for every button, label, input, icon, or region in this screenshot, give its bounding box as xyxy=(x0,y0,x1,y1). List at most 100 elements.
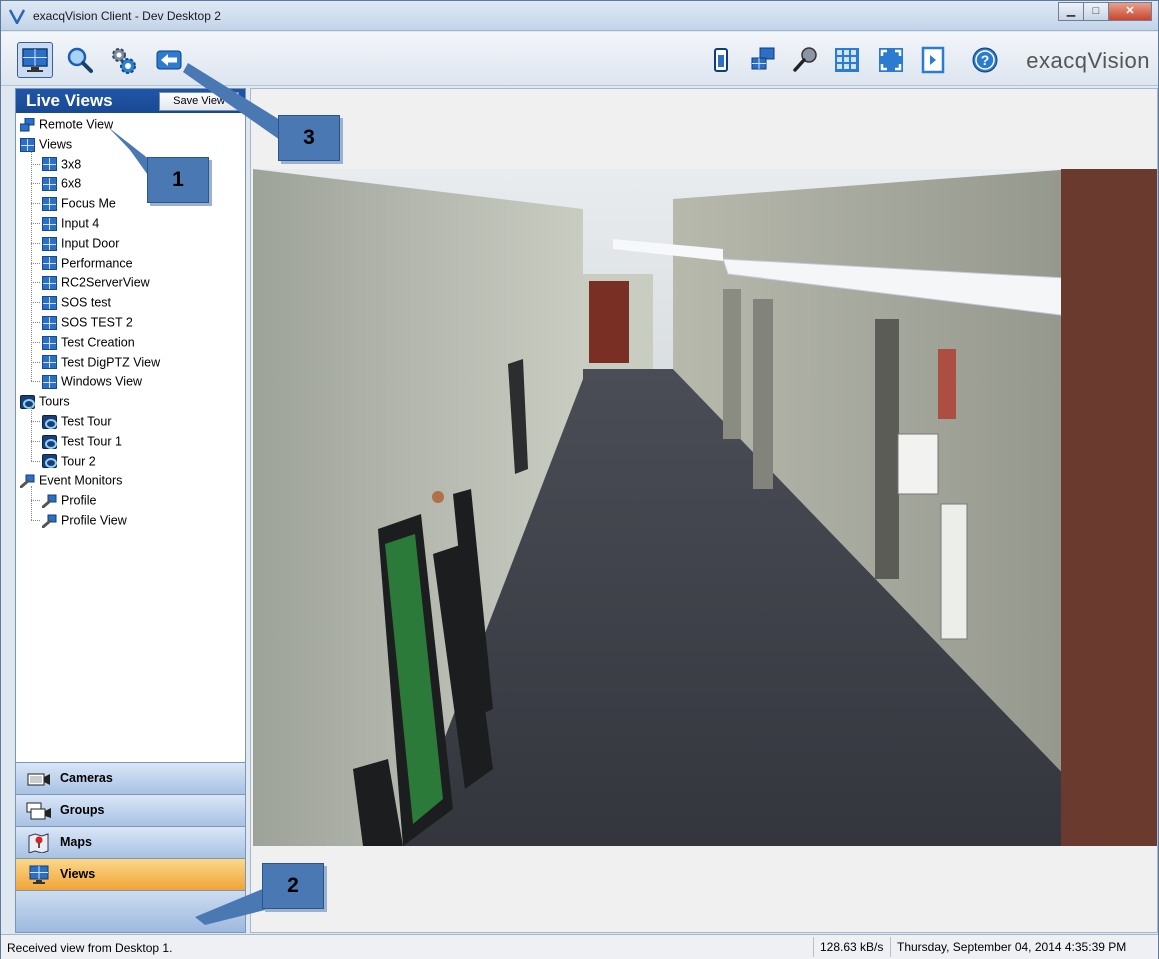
tree-label: SOS TEST 2 xyxy=(61,315,133,330)
nav-label: Views xyxy=(60,867,96,881)
event-monitor-icon xyxy=(41,494,57,509)
tree-label: Input Door xyxy=(61,236,120,251)
view-grid-icon xyxy=(42,355,57,370)
tree-label: Test Creation xyxy=(61,335,135,350)
remote-view-button[interactable] xyxy=(745,42,781,78)
callout-2: 2 xyxy=(262,863,324,909)
tree-label: Profile View xyxy=(61,513,127,528)
tree-label: Performance xyxy=(61,256,133,271)
help-button[interactable]: ? xyxy=(967,42,1003,78)
save-view-button[interactable]: Save View xyxy=(159,92,239,111)
tree-item-view[interactable]: SOS test xyxy=(42,292,111,312)
search-button[interactable] xyxy=(61,42,97,78)
nav-footer xyxy=(16,890,245,932)
nav-views[interactable]: Views xyxy=(16,858,245,890)
bandwidth-readout: 128.63 kB/s xyxy=(813,937,883,957)
event-monitor-icon xyxy=(41,514,57,529)
tree-item-view[interactable]: 3x8 xyxy=(42,154,81,174)
tree-item-view[interactable]: SOS TEST 2 xyxy=(42,312,133,332)
nav-sections: Cameras Groups Maps Views xyxy=(16,762,245,932)
tree-item-view[interactable]: Windows View xyxy=(42,371,142,391)
view-grid-icon xyxy=(42,177,57,192)
tour-icon xyxy=(42,434,57,449)
tree-label: Tours xyxy=(39,394,70,409)
single-view-button[interactable] xyxy=(703,42,739,78)
tree-item-view[interactable]: Input Door xyxy=(42,233,119,253)
app-window: exacqVision Client - Dev Desktop 2 ▁ □ ✕ xyxy=(0,0,1159,959)
event-monitor-icon xyxy=(19,474,35,489)
tree-label: Windows View xyxy=(61,375,143,390)
maximize-button[interactable]: □ xyxy=(1083,2,1109,21)
tree-label: Test Tour 1 xyxy=(61,434,122,449)
nav-cameras[interactable]: Cameras xyxy=(16,762,245,794)
tree-item-view[interactable]: 6x8 xyxy=(42,173,81,193)
tour-icon xyxy=(42,414,57,429)
tree-label: 3x8 xyxy=(61,157,82,172)
toggle-panel-button[interactable] xyxy=(915,42,951,78)
tour-icon xyxy=(42,454,57,469)
view-grid-icon xyxy=(42,256,57,271)
tree-item-event-monitor[interactable]: Profile xyxy=(41,490,96,510)
fullscreen-icon xyxy=(879,48,903,72)
tree-item-view[interactable]: Input 4 xyxy=(42,213,99,233)
nav-label: Maps xyxy=(60,835,92,849)
tree-item-remote-view[interactable]: Remote View xyxy=(19,114,114,134)
tree-item-view[interactable]: Performance xyxy=(42,253,133,273)
view-grid-icon xyxy=(42,196,57,211)
tours-folder-icon xyxy=(20,394,35,409)
tree-item-view[interactable]: Focus Me xyxy=(42,193,116,213)
live-view-area xyxy=(250,88,1158,933)
tree-label: Remote View xyxy=(39,117,114,132)
view-grid-icon xyxy=(42,157,57,172)
tree-group-event-monitors[interactable]: Event Monitors xyxy=(19,470,122,490)
grid-layout-icon xyxy=(835,48,859,72)
nav-groups[interactable]: Groups xyxy=(16,794,245,826)
nav-label: Groups xyxy=(60,803,105,817)
title-bar: exacqVision Client - Dev Desktop 2 ▁ □ ✕ xyxy=(1,1,1158,31)
live-view-button[interactable] xyxy=(17,42,53,78)
tree-item-view[interactable]: Test DigPTZ View xyxy=(42,352,160,372)
fullscreen-button[interactable] xyxy=(873,42,909,78)
back-button[interactable] xyxy=(151,42,187,78)
panel-title: Live Views xyxy=(26,91,113,110)
tree-label: RC2ServerView xyxy=(61,276,150,291)
tree-item-tour[interactable]: Test Tour xyxy=(42,411,112,431)
tree-item-tour[interactable]: Test Tour 1 xyxy=(42,431,122,451)
datetime-readout: Thursday, September 04, 2014 4:35:39 PM xyxy=(890,937,1126,957)
remote-view-icon xyxy=(751,47,775,70)
main-toolbar: ? exacqVision xyxy=(1,32,1158,86)
configuration-button[interactable] xyxy=(105,42,141,78)
svg-text:?: ? xyxy=(981,52,990,68)
tree-item-view[interactable]: Test Creation xyxy=(42,332,135,352)
nav-maps[interactable]: Maps xyxy=(16,826,245,858)
tree-label: Test DigPTZ View xyxy=(61,355,161,370)
view-grid-icon xyxy=(42,295,57,310)
live-views-header: Live Views Save View xyxy=(16,89,245,113)
status-message: Received view from Desktop 1. xyxy=(7,941,173,955)
camera-video-feed[interactable] xyxy=(253,169,1157,846)
live-views-panel: Live Views Save View Remote View Views 3x8… xyxy=(15,88,246,933)
tree-label: SOS test xyxy=(61,295,112,310)
tree-item-tour[interactable]: Tour 2 xyxy=(42,451,96,471)
tree-label: Views xyxy=(39,137,73,152)
tree-group-tours[interactable]: Tours xyxy=(20,391,70,411)
tree-label: 6x8 xyxy=(61,177,82,192)
camera-group-icon xyxy=(26,802,51,820)
tree-item-view[interactable]: RC2ServerView xyxy=(42,272,150,292)
callout-1: 1 xyxy=(147,157,209,203)
tree-item-event-monitor[interactable]: Profile View xyxy=(41,510,127,530)
view-grid-icon xyxy=(42,335,57,350)
audio-button[interactable] xyxy=(787,42,823,78)
views-icon xyxy=(29,865,49,884)
view-grid-icon xyxy=(42,216,57,231)
view-grid-icon xyxy=(42,236,57,251)
tree-label: Input 4 xyxy=(61,216,100,231)
live-view-icon xyxy=(22,48,48,72)
tree-group-views[interactable]: Views xyxy=(20,134,72,154)
minimize-button[interactable]: ▁ xyxy=(1058,2,1084,21)
view-grid-icon xyxy=(42,315,57,330)
grid-layout-button[interactable] xyxy=(829,42,865,78)
expand-panel-icon xyxy=(921,46,945,74)
close-button[interactable]: ✕ xyxy=(1108,2,1152,21)
callout-number: 1 xyxy=(172,168,184,191)
